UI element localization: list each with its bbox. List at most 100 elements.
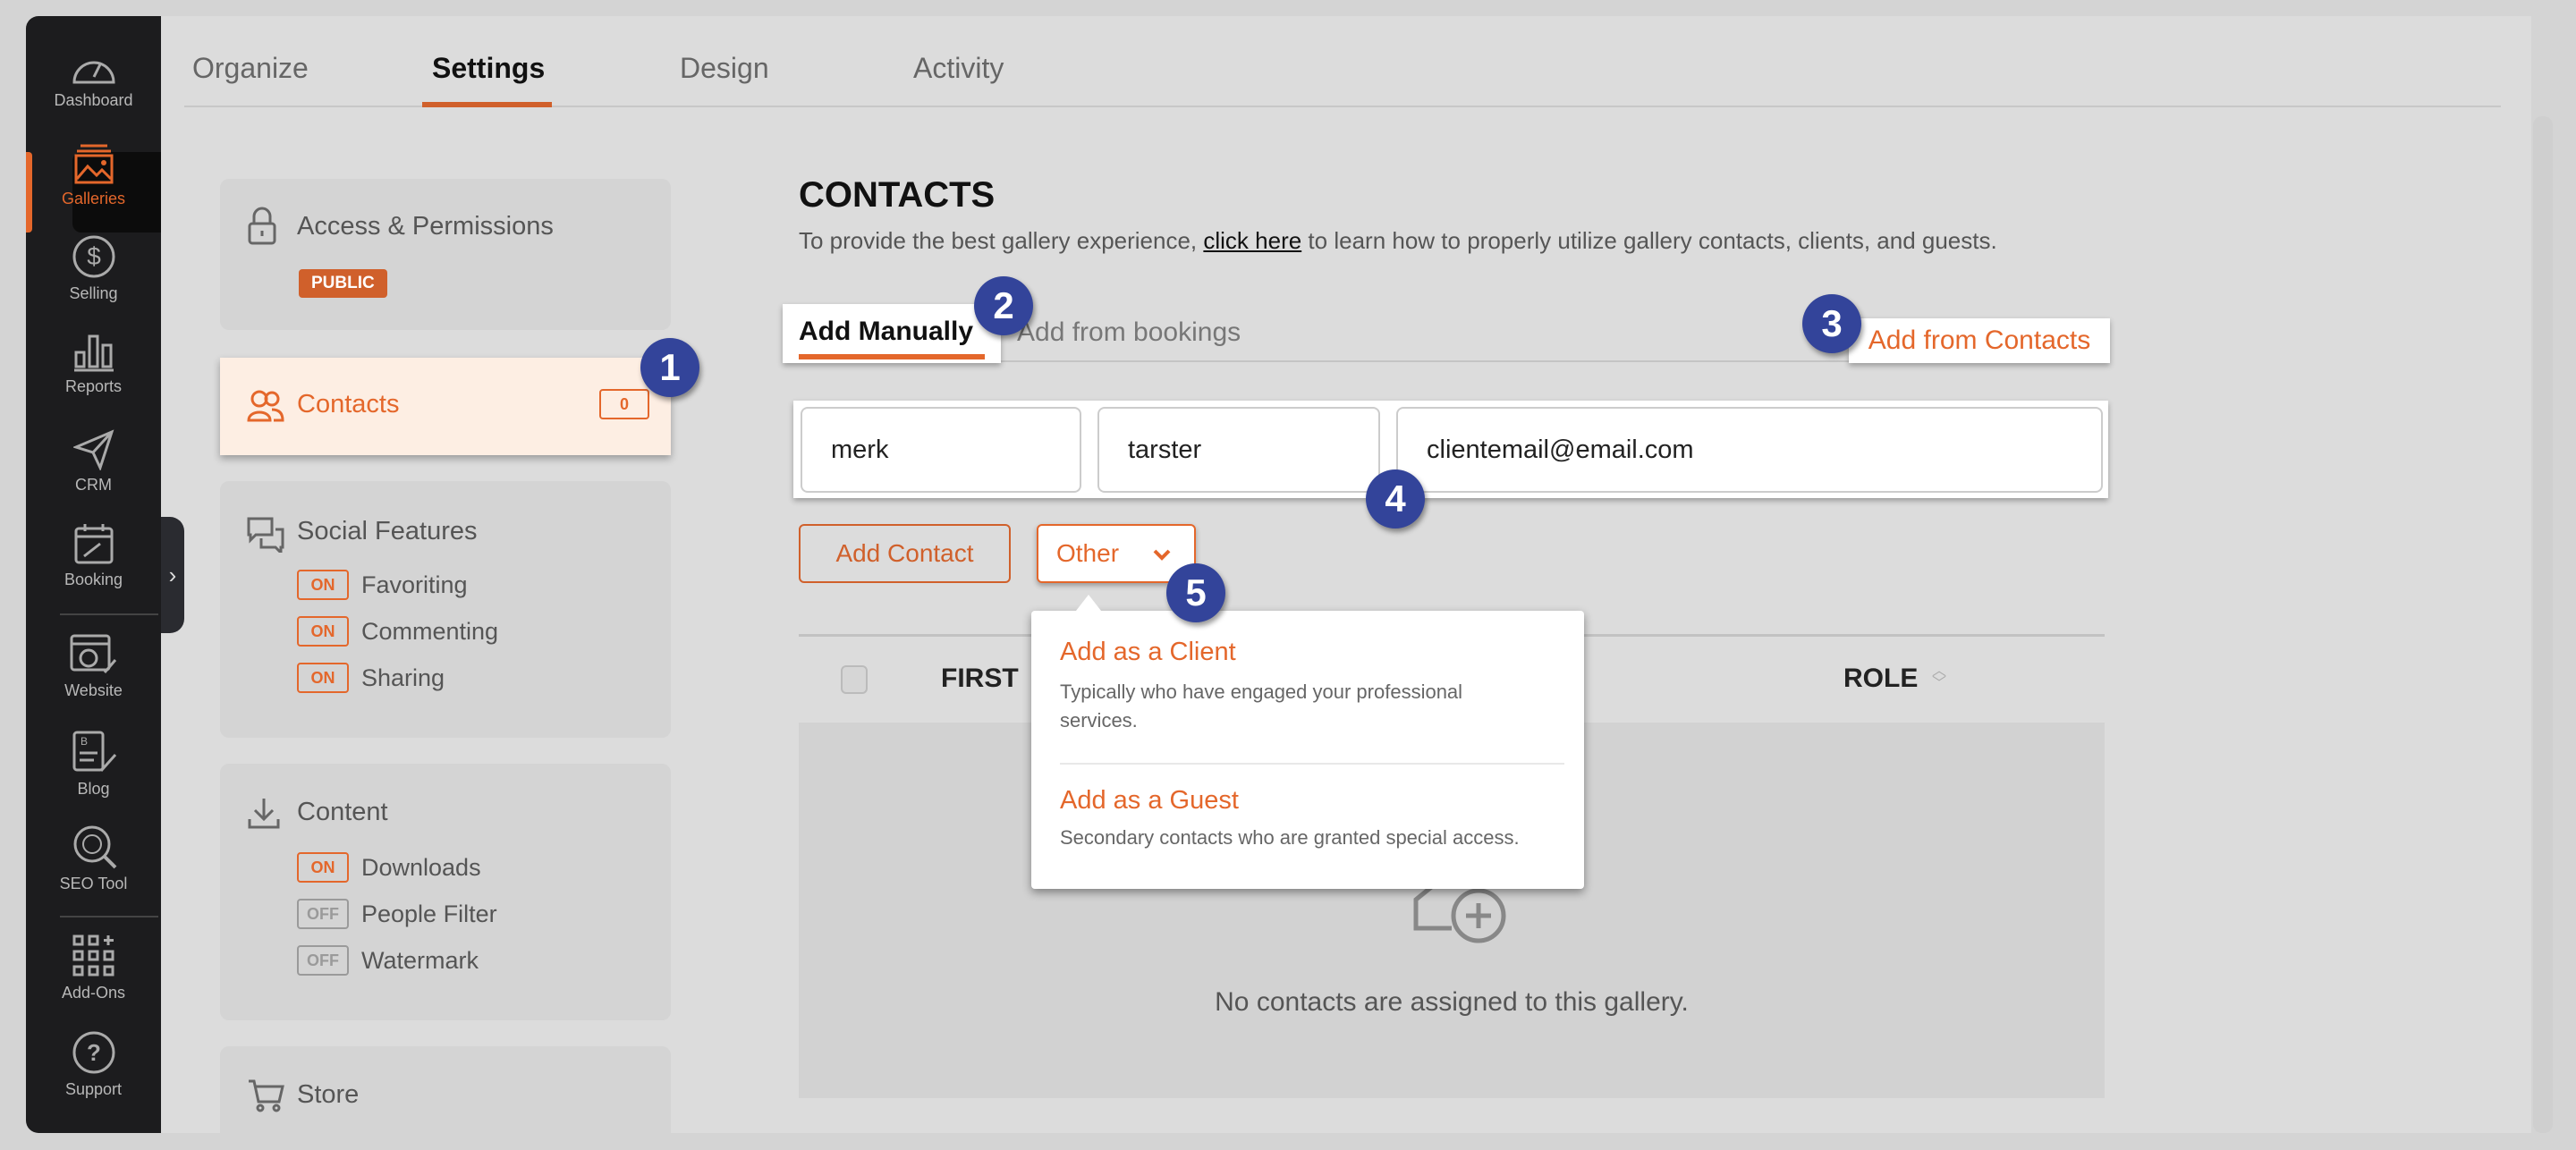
gauge-icon [72, 61, 115, 84]
menu-item-title: Add as a Client [1060, 638, 1236, 666]
annotation-badge: 2 [974, 276, 1033, 335]
sidebar-item-support[interactable]: ? Support [26, 1030, 161, 1099]
settings-nav-social[interactable]: Social Features ON Favoriting ON Commentin… [220, 481, 671, 738]
desc-text: to learn how to properly utilize gallery… [1301, 227, 1997, 254]
dollar-icon: $ [72, 235, 114, 278]
contacts-title: Contacts [297, 390, 400, 419]
content-title: Content [297, 798, 388, 826]
toggle-label: People Filter [361, 901, 497, 927]
svg-text:B: B [80, 735, 88, 748]
toggle-label: Downloads [361, 854, 481, 881]
add-from-contacts-button[interactable]: Add from Contacts [1849, 318, 2110, 363]
menu-divider [1060, 763, 1564, 765]
menu-item-add-guest[interactable]: Add as a Guest Secondary contacts who ar… [1060, 786, 1561, 850]
blog-icon: B [72, 731, 116, 772]
sidebar-divider [60, 916, 158, 917]
download-icon [248, 799, 280, 829]
image-icon [74, 144, 113, 184]
settings-nav-content[interactable]: Content ON Downloads OFF People Filter OFF… [220, 764, 671, 1020]
annotation-badge: 3 [1802, 294, 1861, 353]
sidebar-item-selling[interactable]: $ Selling [26, 234, 161, 303]
desc-text: To provide the best gallery experience, [799, 227, 1204, 254]
role-select-value: Other [1056, 539, 1120, 567]
scrollbar[interactable] [2533, 116, 2553, 1133]
calendar-icon [74, 524, 113, 564]
people-filter-toggle[interactable]: OFF [297, 899, 349, 929]
sidebar: Dashboard Galleries $ Selling Reports CRM… [26, 16, 171, 1133]
settings-nav-contacts[interactable]: Contacts 0 [220, 358, 671, 455]
last-name-input[interactable]: tarster [1097, 407, 1380, 493]
click-here-link[interactable]: click here [1203, 227, 1301, 254]
menu-item-desc: Secondary contacts who are granted speci… [1060, 826, 1520, 849]
sidebar-item-reports[interactable]: Reports [26, 333, 161, 396]
cart-icon [249, 1079, 284, 1112]
sidebar-item-seo-tool[interactable]: SEO Tool [26, 823, 161, 893]
watermark-toggle[interactable]: OFF [297, 945, 349, 976]
globe-search-icon [73, 825, 116, 869]
tab-design[interactable]: Design [680, 52, 769, 85]
svg-text:?: ? [87, 1039, 101, 1066]
sidebar-item-crm[interactable]: CRM [26, 429, 161, 495]
sort-icon[interactable]: ︿ ﹀ [1932, 664, 1946, 691]
tab-activity[interactable]: Activity [913, 52, 1004, 85]
commenting-toggle[interactable]: ON [297, 616, 349, 647]
social-title: Social Features [297, 517, 478, 545]
sidebar-item-galleries[interactable]: Galleries [26, 143, 161, 208]
chat-bubbles-icon [247, 517, 284, 553]
annotation-badge: 5 [1166, 563, 1225, 622]
toggle-label: Favoriting [361, 571, 468, 598]
chevron-right-icon: › [168, 562, 177, 588]
users-icon [247, 390, 284, 422]
tab-settings[interactable]: Settings [432, 52, 545, 85]
chevron-down-icon [1153, 549, 1171, 561]
subtab-add-manually[interactable]: Add Manually [783, 304, 1001, 363]
active-tab-underline [422, 102, 552, 107]
website-icon [70, 634, 116, 673]
settings-nav-access[interactable]: Access & Permissions PUBLIC [220, 179, 671, 330]
section-description: To provide the best gallery experience, … [799, 227, 1997, 255]
menu-item-desc: Typically who have engaged your professi… [1060, 681, 1463, 731]
email-input[interactable]: clientemail@email.com [1396, 407, 2103, 493]
toggle-label: Commenting [361, 618, 499, 645]
sidebar-item-website[interactable]: Website [26, 633, 161, 700]
lock-icon [248, 207, 276, 245]
public-badge: PUBLIC [299, 269, 387, 298]
bar-chart-icon [73, 334, 114, 372]
question-icon: ? [72, 1031, 114, 1074]
tab-organize[interactable]: Organize [192, 52, 309, 85]
subtab-label: Add Manually [799, 317, 974, 346]
sharing-toggle[interactable]: ON [297, 663, 349, 693]
contacts-count-badge: 0 [599, 389, 649, 419]
settings-nav-store[interactable]: Store [220, 1046, 671, 1133]
subtab-add-from-bookings[interactable]: Add from bookings [1017, 317, 1241, 348]
subtab-underline [799, 354, 985, 359]
svg-text:$: $ [87, 242, 101, 270]
first-name-input[interactable]: merk [801, 407, 1081, 493]
sidebar-item-blog[interactable]: B Blog [26, 730, 161, 799]
sidebar-item-dashboard[interactable]: Dashboard [26, 48, 161, 110]
section-title: CONTACTS [799, 175, 996, 215]
sidebar-expand-button[interactable]: › [161, 517, 184, 633]
sidebar-divider [60, 613, 158, 615]
sidebar-item-booking[interactable]: Booking [26, 522, 161, 589]
column-header-first[interactable]: FIRST [941, 664, 1019, 694]
menu-item-add-client[interactable]: Add as a Client Typically who have engag… [1060, 638, 1561, 735]
empty-message: No contacts are assigned to this gallery… [1215, 987, 1689, 1017]
toggle-label: Watermark [361, 947, 479, 974]
dropdown-arrow [1076, 595, 1101, 611]
annotation-badge: 4 [1366, 469, 1425, 528]
access-title: Access & Permissions [297, 212, 554, 241]
select-all-checkbox[interactable] [841, 665, 868, 694]
favoriting-toggle[interactable]: ON [297, 570, 349, 600]
downloads-toggle[interactable]: ON [297, 852, 349, 883]
menu-item-title: Add as a Guest [1060, 786, 1239, 815]
annotation-badge: 1 [640, 338, 699, 397]
sidebar-item-add-ons[interactable]: Add-Ons [26, 934, 161, 1002]
column-header-role[interactable]: ROLE [1843, 664, 1918, 694]
grid-plus-icon [72, 934, 114, 977]
role-dropdown-menu: Add as a Client Typically who have engag… [1031, 595, 1584, 889]
add-contact-button[interactable]: Add Contact [799, 524, 1011, 583]
paper-plane-icon [72, 429, 114, 470]
store-title: Store [297, 1080, 360, 1109]
toggle-label: Sharing [361, 664, 445, 691]
